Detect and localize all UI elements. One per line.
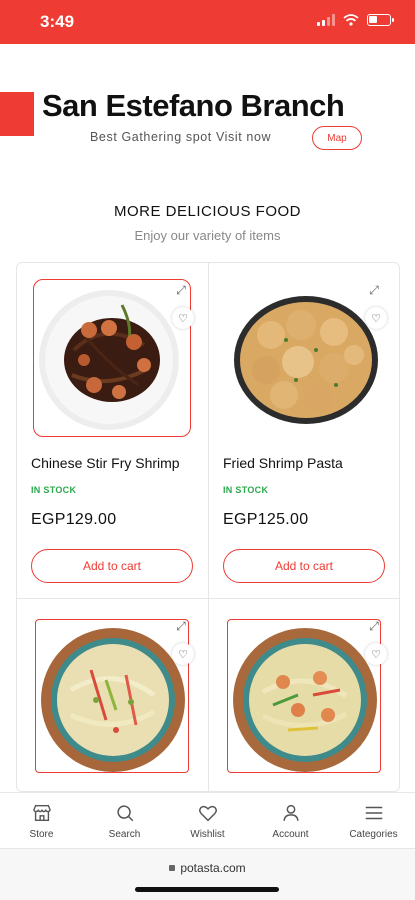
heart-icon[interactable]: ♡ — [365, 643, 387, 665]
expand-icon[interactable]: ⤢ — [363, 279, 385, 301]
nav-label-search: Search — [108, 828, 141, 840]
product-image[interactable] — [33, 279, 191, 437]
nav-store[interactable]: Store — [0, 793, 83, 848]
status-bar: 3:49 — [0, 0, 415, 44]
nav-wishlist[interactable]: Wishlist — [166, 793, 249, 848]
bottom-navigation: Store Search Wishlist Account Categories — [0, 792, 415, 848]
expand-icon[interactable]: ⤢ — [170, 279, 192, 301]
page-title: San Estefano Branch — [42, 88, 345, 123]
product-card: ⤢ ♡ — [17, 599, 209, 791]
product-card: ⤢ ♡ — [209, 599, 399, 791]
expand-icon[interactable]: ⤢ — [363, 615, 385, 637]
status-icons — [317, 14, 394, 26]
nav-account[interactable]: Account — [249, 793, 332, 848]
product-image[interactable] — [35, 619, 189, 773]
product-name[interactable]: Chinese Stir Fry Shrimp — [31, 455, 180, 471]
heart-icon[interactable]: ♡ — [172, 307, 194, 329]
user-icon — [282, 804, 299, 821]
nav-search[interactable]: Search — [83, 793, 166, 848]
product-card: ⤢ ♡ Fried Shrimp Pasta IN STOCK EGP125.0… — [209, 263, 399, 599]
url-text: potasta.com — [180, 861, 246, 875]
url-display[interactable]: potasta.com — [0, 861, 415, 875]
lock-icon — [169, 865, 176, 871]
product-name[interactable]: Fried Shrimp Pasta — [223, 455, 343, 471]
heart-icon[interactable]: ♡ — [172, 643, 194, 665]
expand-icon[interactable]: ⤢ — [170, 615, 192, 637]
product-price: EGP129.00 — [31, 511, 117, 528]
add-to-cart-button[interactable]: Add to cart — [31, 549, 193, 583]
add-to-cart-button[interactable]: Add to cart — [223, 549, 385, 583]
product-price: EGP125.00 — [223, 511, 309, 528]
nav-label-account: Account — [272, 828, 309, 840]
map-button[interactable]: Map — [312, 126, 362, 150]
browser-url-bar[interactable]: potasta.com — [0, 848, 415, 900]
brand-accent-block — [0, 92, 34, 136]
stock-status: IN STOCK — [31, 485, 77, 495]
section-title: MORE DELICIOUS FOOD — [113, 203, 302, 220]
battery-icon — [367, 14, 394, 26]
product-card: ⤢ ♡ Chinese Stir Fry Shrimp IN STOCK EGP… — [17, 263, 209, 599]
menu-icon — [365, 806, 382, 819]
product-image[interactable] — [225, 279, 383, 437]
search-icon — [116, 804, 133, 821]
nav-label-store: Store — [29, 828, 54, 840]
status-time: 3:49 — [40, 12, 75, 31]
product-grid: ⤢ ♡ Chinese Stir Fry Shrimp IN STOCK EGP… — [16, 262, 400, 792]
nav-label-wishlist: Wishlist — [190, 828, 225, 840]
section-subtitle: Enjoy our variety of items — [134, 228, 281, 243]
nav-categories[interactable]: Categories — [332, 793, 415, 848]
heart-icon — [198, 805, 217, 821]
stock-status: IN STOCK — [223, 485, 269, 495]
product-image[interactable] — [227, 619, 381, 773]
tagline: Best Gathering spot Visit now — [90, 130, 272, 144]
wifi-icon — [343, 14, 359, 26]
nav-label-categories: Categories — [349, 828, 398, 840]
home-indicator[interactable] — [135, 887, 279, 892]
signal-icon — [317, 14, 335, 26]
store-icon — [32, 804, 51, 821]
heart-icon[interactable]: ♡ — [365, 307, 387, 329]
